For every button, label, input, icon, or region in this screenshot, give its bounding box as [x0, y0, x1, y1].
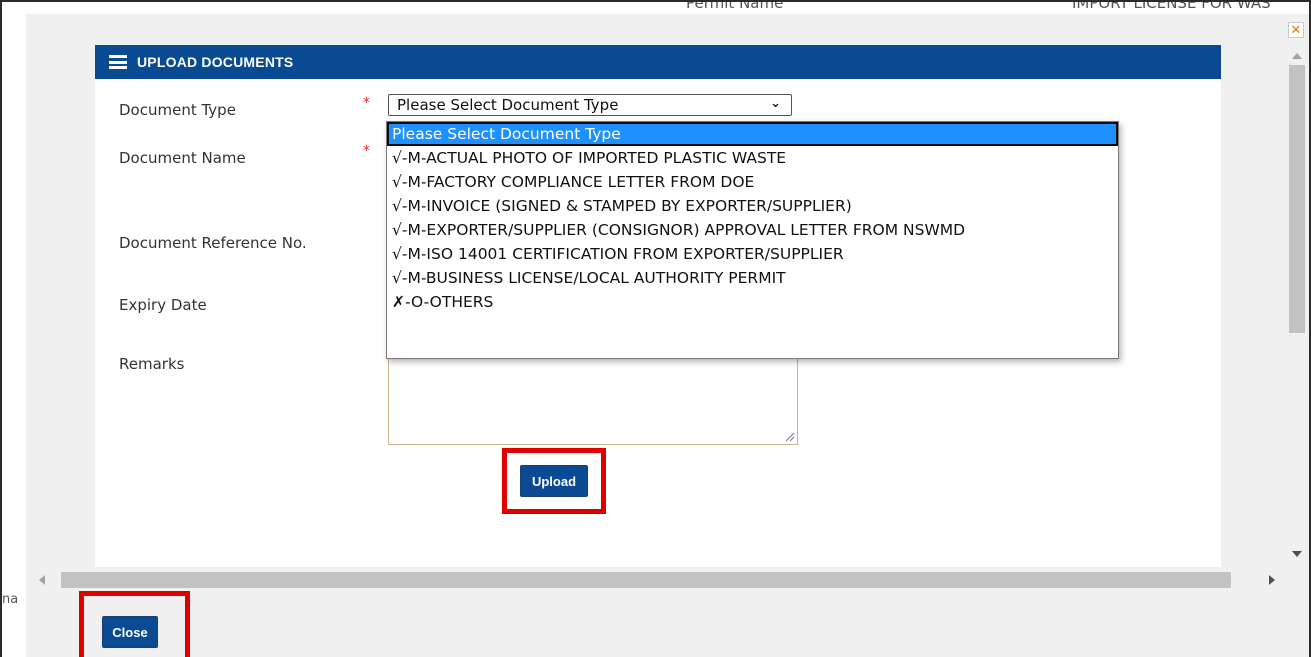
- scroll-right-icon[interactable]: [1269, 575, 1275, 585]
- horizontal-scroll-thumb[interactable]: [61, 572, 1231, 588]
- panel-title: UPLOAD DOCUMENTS: [137, 54, 294, 70]
- dropdown-option[interactable]: √-M-ACTUAL PHOTO OF IMPORTED PLASTIC WAS…: [387, 146, 1118, 170]
- required-marker: *: [363, 143, 370, 159]
- vertical-scroll-thumb[interactable]: [1289, 65, 1305, 333]
- close-highlight-box: Close: [79, 591, 190, 657]
- background-page: Permit Name IMPORT LICENSE FOR WAS: [0, 0, 1311, 14]
- screen-border-left: [0, 0, 2, 657]
- document-type-label: Document Type: [119, 101, 236, 119]
- background-partial-text: na: [2, 592, 19, 607]
- scroll-left-icon[interactable]: [39, 575, 45, 585]
- required-marker: *: [363, 95, 370, 111]
- remarks-label: Remarks: [119, 355, 185, 373]
- scroll-up-icon[interactable]: [1292, 53, 1302, 59]
- upload-highlight-box: Upload: [502, 448, 606, 514]
- dropdown-option[interactable]: ✗-O-OTHERS: [387, 290, 1118, 314]
- dropdown-option[interactable]: √-M-EXPORTER/SUPPLIER (CONSIGNOR) APPROV…: [387, 218, 1118, 242]
- close-x-icon[interactable]: ✕: [1288, 22, 1304, 38]
- dropdown-option[interactable]: √-M-ISO 14001 CERTIFICATION FROM EXPORTE…: [387, 242, 1118, 266]
- document-type-select[interactable]: Please Select Document Type ⌄: [388, 94, 792, 116]
- document-type-dropdown-list[interactable]: Please Select Document Type √-M-ACTUAL P…: [386, 121, 1119, 359]
- dropdown-option[interactable]: √-M-BUSINESS LICENSE/LOCAL AUTHORITY PER…: [387, 266, 1118, 290]
- horizontal-scrollbar[interactable]: [26, 570, 1286, 590]
- menu-icon: [109, 55, 127, 69]
- expiry-date-label: Expiry Date: [119, 296, 207, 314]
- dropdown-option[interactable]: √-M-FACTORY COMPLIANCE LETTER FROM DOE: [387, 170, 1118, 194]
- close-button[interactable]: Close: [102, 616, 158, 648]
- resize-handle-icon[interactable]: [785, 432, 795, 442]
- dropdown-option[interactable]: √-M-INVOICE (SIGNED & STAMPED BY EXPORTE…: [387, 194, 1118, 218]
- dropdown-option[interactable]: Please Select Document Type: [387, 122, 1118, 146]
- document-reference-label: Document Reference No.: [119, 234, 307, 252]
- chevron-down-icon: ⌄: [770, 96, 781, 111]
- remarks-textarea[interactable]: [388, 358, 798, 445]
- document-name-label: Document Name: [119, 149, 246, 167]
- scroll-down-icon[interactable]: [1292, 551, 1302, 557]
- screen-border-top: [0, 0, 1311, 2]
- panel-header: UPLOAD DOCUMENTS: [95, 45, 1221, 79]
- upload-button[interactable]: Upload: [520, 465, 588, 497]
- document-type-selected-value: Please Select Document Type: [397, 96, 619, 114]
- vertical-scrollbar[interactable]: [1286, 45, 1308, 567]
